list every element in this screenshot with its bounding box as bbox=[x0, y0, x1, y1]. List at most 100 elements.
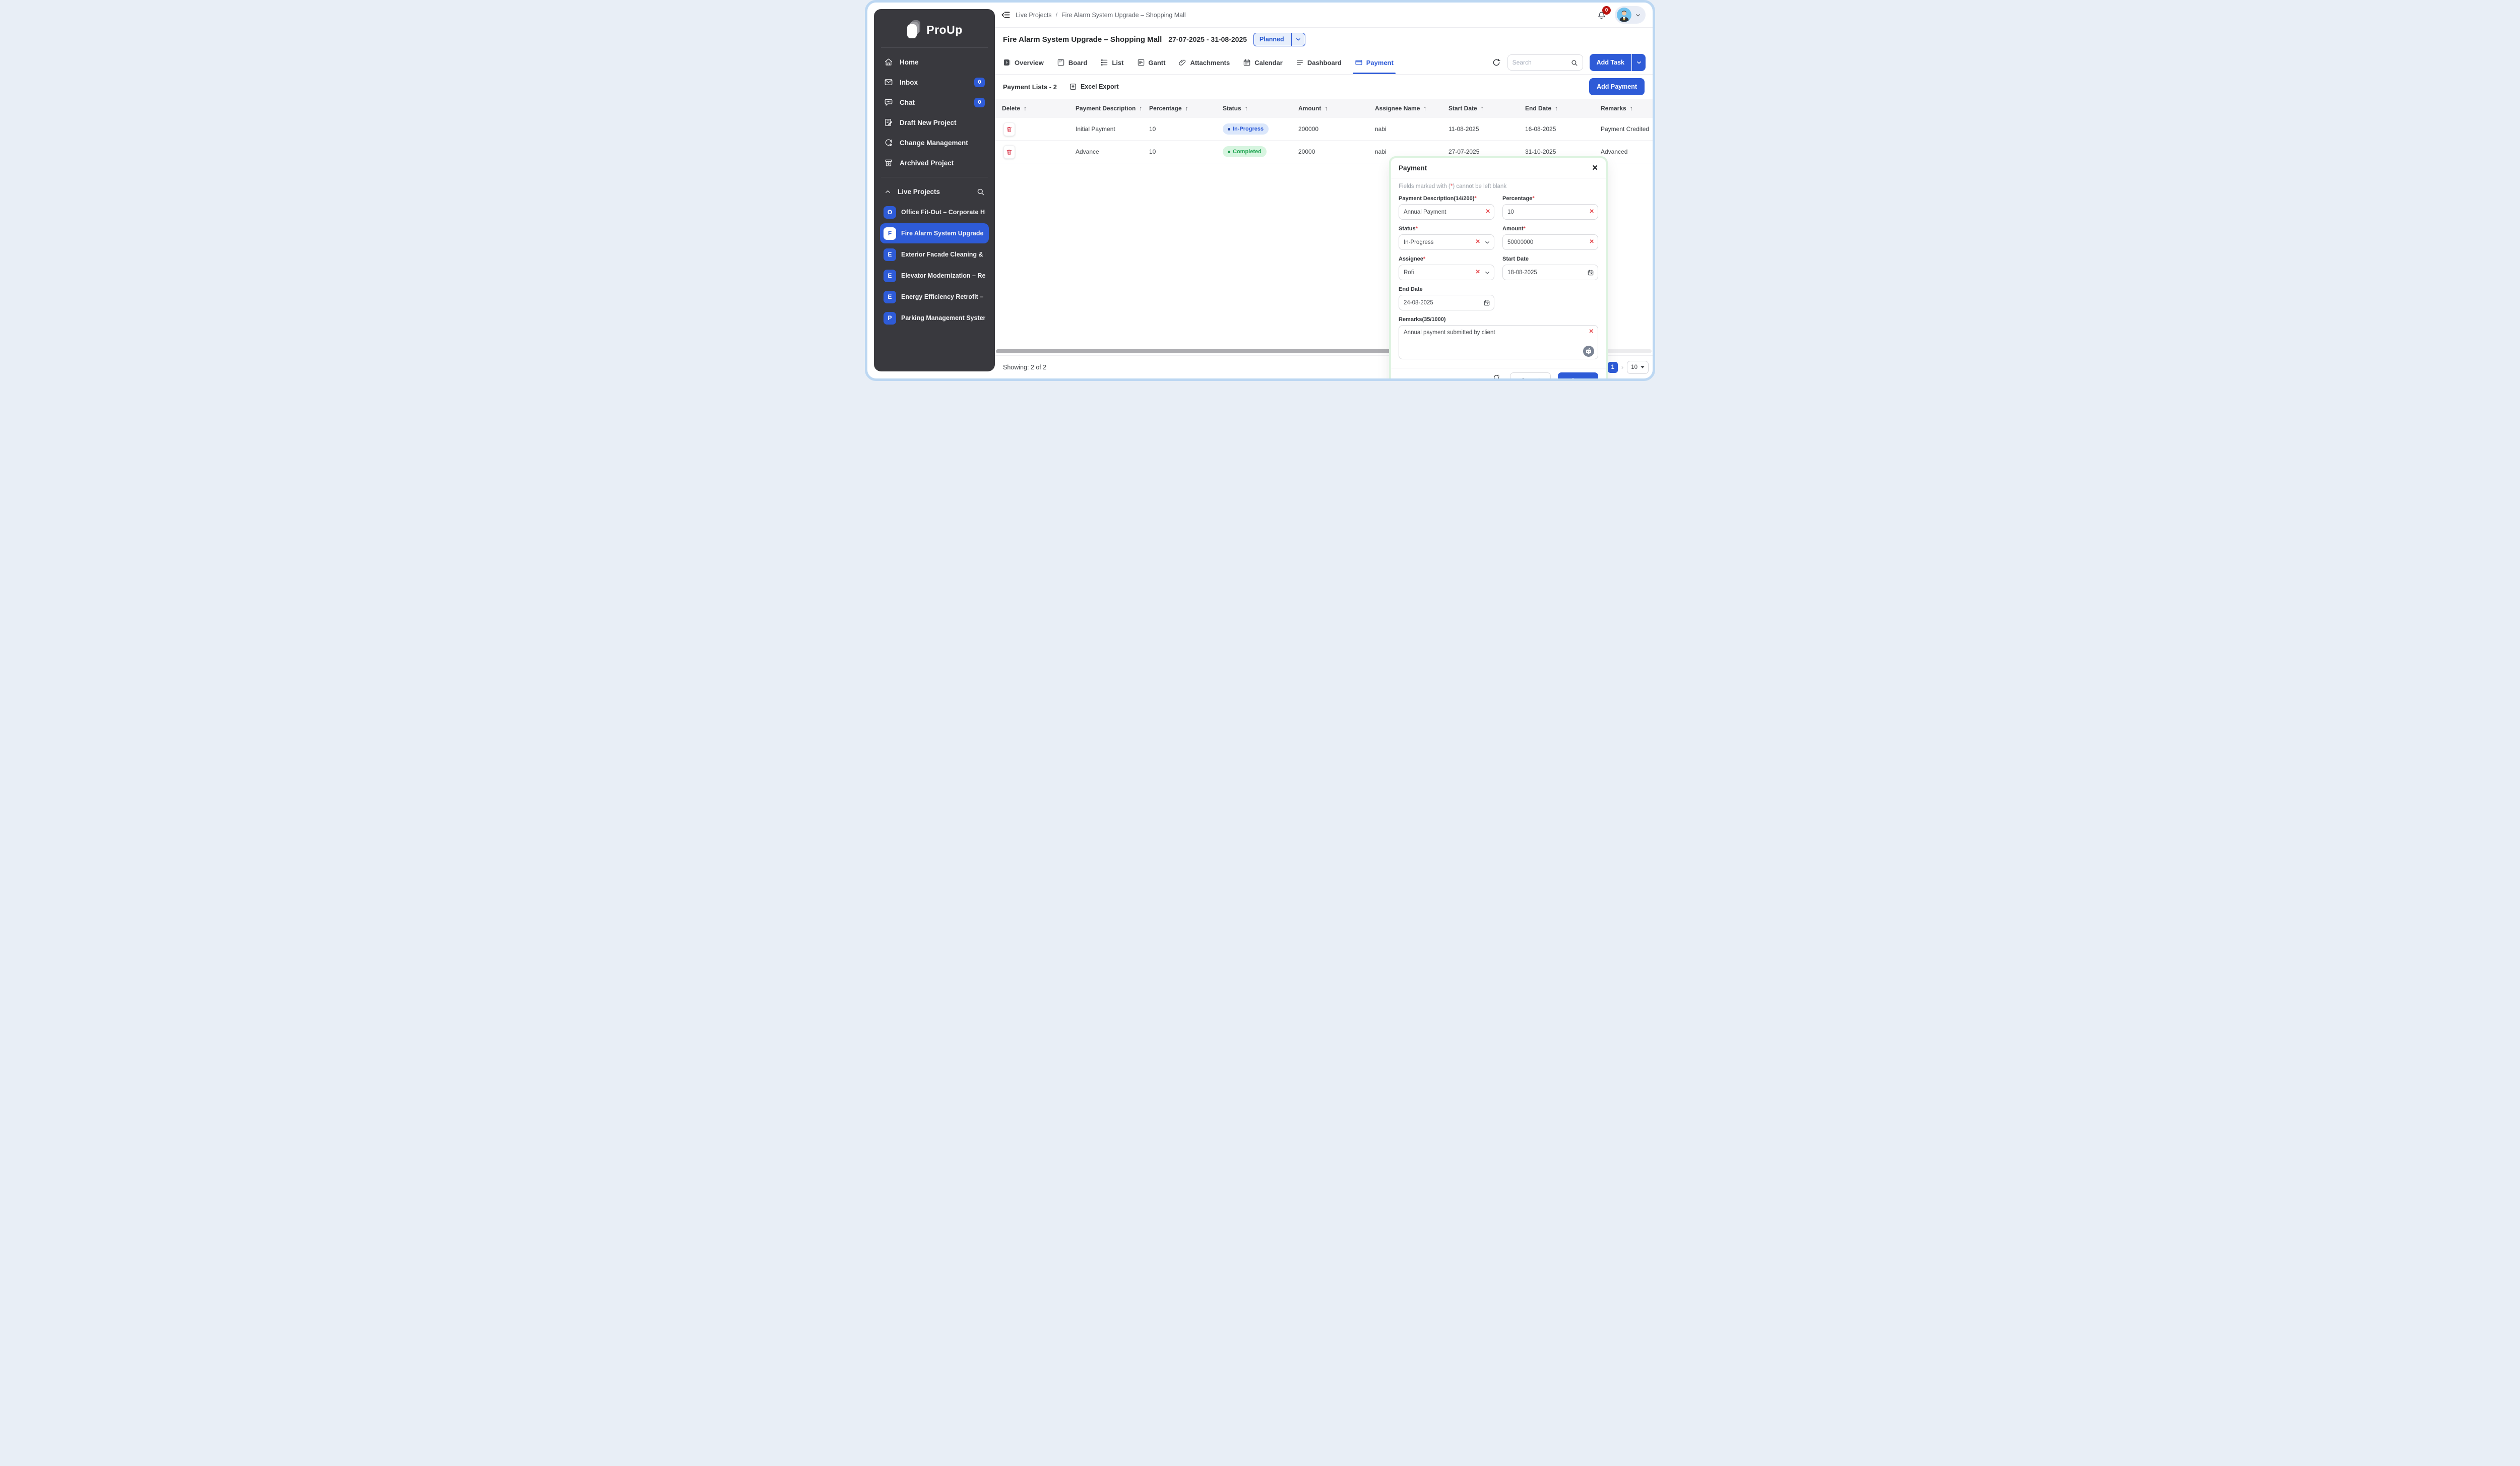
list-icon bbox=[1100, 58, 1108, 67]
modal-footer: Reset Cancel Save bbox=[1391, 368, 1606, 381]
percentage-input[interactable] bbox=[1502, 204, 1598, 220]
sidebar-item-draft-new-project[interactable]: Draft New Project bbox=[880, 112, 989, 133]
live-projects-label: Live Projects bbox=[898, 188, 940, 196]
delete-payment-button[interactable] bbox=[1003, 122, 1015, 136]
sort-asc-icon[interactable]: ↑ bbox=[1630, 105, 1633, 112]
add-task-dropdown-button[interactable] bbox=[1632, 54, 1646, 71]
cell-end-date: 31-10-2025 bbox=[1525, 148, 1601, 155]
excel-export-button[interactable]: Excel Export bbox=[1069, 83, 1119, 91]
excel-export-label: Excel Export bbox=[1081, 83, 1119, 90]
ai-bot-icon[interactable] bbox=[1583, 345, 1595, 357]
breadcrumb-root[interactable]: Live Projects bbox=[1016, 12, 1052, 19]
save-button[interactable]: Save bbox=[1558, 372, 1598, 381]
refresh-icon[interactable] bbox=[1492, 58, 1501, 67]
sidebar-project-elevator-modernization[interactable]: E Elevator Modernization – Reside... bbox=[880, 266, 989, 286]
project-status-dropdown[interactable]: Planned bbox=[1253, 33, 1305, 46]
sidebar-project-fire-alarm[interactable]: F Fire Alarm System Upgrade – Sh... bbox=[880, 223, 989, 243]
field-label: End Date bbox=[1399, 286, 1494, 292]
notifications-count-badge: 0 bbox=[1602, 6, 1611, 15]
chevron-down-icon[interactable] bbox=[1484, 270, 1490, 276]
tab-gantt[interactable]: Gantt bbox=[1137, 51, 1166, 74]
sort-asc-icon[interactable]: ↑ bbox=[1555, 105, 1558, 112]
chevron-down-icon[interactable] bbox=[1484, 239, 1490, 245]
sidebar-item-archived-project[interactable]: Archived Project bbox=[880, 153, 989, 173]
page-number-button[interactable]: 1 bbox=[1608, 362, 1618, 373]
calendar-icon[interactable] bbox=[1587, 269, 1594, 276]
toolbar: Add Task bbox=[1492, 54, 1646, 71]
tab-label: Dashboard bbox=[1307, 59, 1342, 67]
sidebar-project-exterior-facade[interactable]: E Exterior Facade Cleaning & Repa... bbox=[880, 244, 989, 265]
add-payment-button[interactable]: Add Payment bbox=[1589, 78, 1645, 95]
add-task-button[interactable]: Add Task bbox=[1590, 54, 1631, 71]
sidebar-project-energy-efficiency[interactable]: E Energy Efficiency Retrofit – Offic... bbox=[880, 287, 989, 307]
start-date-input[interactable] bbox=[1502, 265, 1598, 280]
next-page-icon[interactable]: › bbox=[1621, 363, 1623, 371]
clear-icon[interactable]: ✕ bbox=[1589, 209, 1594, 215]
sort-asc-icon[interactable]: ↑ bbox=[1423, 105, 1426, 112]
modal-title: Payment bbox=[1399, 164, 1427, 172]
project-initial-badge: E bbox=[884, 248, 896, 261]
required-fields-hint: Fields marked with (*) cannot be left bl… bbox=[1399, 183, 1598, 189]
sidebar-item-change-management[interactable]: Change Management bbox=[880, 133, 989, 153]
cell-status: In-Progress bbox=[1223, 123, 1298, 135]
close-icon[interactable]: ✕ bbox=[1592, 164, 1598, 172]
column-header-description: Payment Description↑ bbox=[1076, 105, 1149, 112]
cell-remarks: Payment Credited bbox=[1601, 125, 1653, 133]
amount-input[interactable] bbox=[1502, 234, 1598, 250]
tab-board[interactable]: Board bbox=[1057, 51, 1088, 74]
field-label: Status* bbox=[1399, 226, 1494, 232]
user-menu[interactable] bbox=[1615, 6, 1646, 24]
search-input[interactable] bbox=[1513, 59, 1567, 66]
clear-icon[interactable]: ✕ bbox=[1589, 239, 1594, 245]
sort-asc-icon[interactable]: ↑ bbox=[1245, 105, 1248, 112]
cell-assignee: nabi bbox=[1375, 148, 1448, 155]
modal-header: Payment ✕ bbox=[1391, 158, 1606, 178]
clear-icon[interactable]: ✕ bbox=[1589, 329, 1594, 335]
sort-asc-icon[interactable]: ↑ bbox=[1325, 105, 1328, 112]
page-size-dropdown[interactable]: 10 bbox=[1627, 361, 1649, 374]
sidebar-project-office-fit-out[interactable]: O Office Fit-Out – Corporate Head... bbox=[880, 202, 989, 222]
archive-icon bbox=[884, 158, 893, 167]
tab-attachments[interactable]: Attachments bbox=[1178, 51, 1230, 74]
sort-asc-icon[interactable]: ↑ bbox=[1185, 105, 1188, 112]
notifications-button[interactable]: 0 bbox=[1596, 10, 1607, 20]
trash-icon bbox=[1006, 148, 1013, 156]
tab-list[interactable]: List bbox=[1100, 51, 1123, 74]
sort-asc-icon[interactable]: ↑ bbox=[1481, 105, 1484, 112]
tab-dashboard[interactable]: Dashboard bbox=[1296, 51, 1342, 74]
tab-calendar[interactable]: Calendar bbox=[1243, 51, 1283, 74]
sidebar-item-inbox[interactable]: Inbox 0 bbox=[880, 72, 989, 92]
chevron-up-icon bbox=[884, 188, 892, 196]
sidebar-collapse-icon[interactable] bbox=[1001, 10, 1011, 20]
sidebar-item-chat[interactable]: Chat 0 bbox=[880, 92, 989, 112]
end-date-input[interactable] bbox=[1399, 295, 1494, 310]
tab-payment[interactable]: Payment bbox=[1355, 51, 1394, 74]
delete-payment-button[interactable] bbox=[1003, 145, 1015, 159]
cancel-button[interactable]: Cancel bbox=[1510, 372, 1551, 381]
sidebar-project-parking-management[interactable]: P Parking Management System In... bbox=[880, 308, 989, 328]
clear-icon[interactable]: ✕ bbox=[1475, 270, 1480, 276]
clear-icon[interactable]: ✕ bbox=[1475, 239, 1480, 245]
dropdown-triangle-icon bbox=[1641, 366, 1645, 368]
payment-lists-count: Payment Lists - 2 bbox=[1003, 83, 1057, 91]
calendar-icon[interactable] bbox=[1483, 299, 1490, 306]
live-projects-section-header[interactable]: Live Projects bbox=[880, 181, 989, 202]
sidebar-item-home[interactable]: Home bbox=[880, 52, 989, 72]
cell-description: Advance bbox=[1076, 148, 1149, 155]
search-icon[interactable] bbox=[1570, 59, 1578, 67]
clear-icon[interactable]: ✕ bbox=[1485, 209, 1490, 215]
field-label: Start Date bbox=[1502, 256, 1598, 262]
sort-asc-icon[interactable]: ↑ bbox=[1024, 105, 1027, 112]
divider bbox=[881, 47, 988, 48]
status-dot bbox=[1228, 128, 1230, 131]
remarks-textarea[interactable]: Annual payment submitted by client bbox=[1399, 325, 1598, 359]
column-header-remarks: Remarks↑ bbox=[1601, 105, 1653, 112]
tab-overview[interactable]: Overview bbox=[1003, 51, 1044, 74]
pagination: 1 › 10 bbox=[1608, 361, 1649, 374]
tab-label: Attachments bbox=[1190, 59, 1230, 67]
project-search-icon[interactable] bbox=[976, 187, 985, 196]
payment-description-input[interactable] bbox=[1399, 204, 1494, 220]
payments-table: Delete↑ Payment Description↑ Percentage↑… bbox=[995, 99, 1653, 163]
sort-asc-icon[interactable]: ↑ bbox=[1139, 105, 1142, 112]
reset-button[interactable]: Reset bbox=[1490, 374, 1503, 381]
